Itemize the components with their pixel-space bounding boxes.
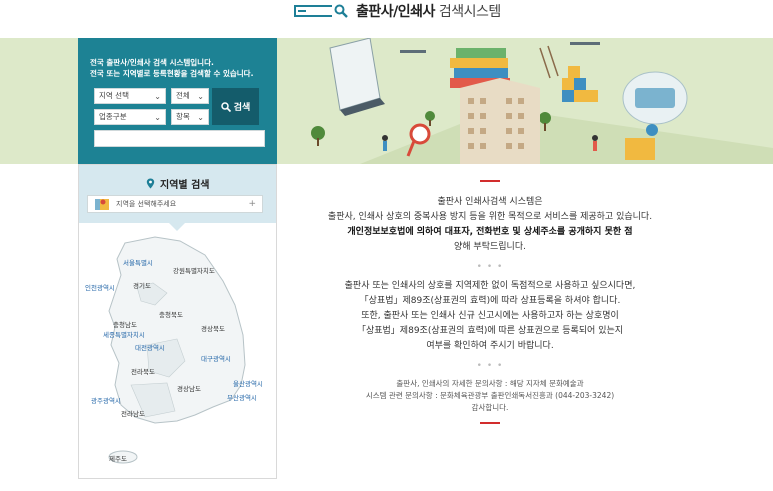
search-button[interactable]: 검색 [212, 88, 259, 125]
logo-search-bar-graphic [294, 5, 332, 17]
notice-paragraph-1: 출판사 인쇄사검색 시스템은 출판사, 인쇄사 상호의 중복사용 방지 등을 위… [327, 197, 653, 252]
region-search-title: 지역별 검색 [79, 176, 276, 191]
search-icon [334, 4, 348, 18]
map-icon [95, 199, 109, 210]
region-label[interactable]: 경기도 [133, 280, 151, 290]
plus-icon: + [248, 199, 256, 209]
site-logo[interactable]: 출판사/인쇄사 검색시스템 [294, 1, 501, 21]
hero-banner: 전국 출판사/인쇄사 검색 시스템입니다. 전국 또는 지역별로 등록현황을 검… [0, 38, 773, 164]
site-header: 출판사/인쇄사 검색시스템 [0, 0, 773, 38]
city-books-illustration [311, 38, 773, 164]
korea-map[interactable]: 서울특별시 강원특별자치도 인천광역시 경기도 충청북도 충청남도 세종특별자치… [85, 235, 271, 475]
region-label[interactable]: 충청북도 [159, 309, 183, 319]
chevron-down-icon: ⌄ [197, 92, 204, 101]
region-label[interactable]: 인천광역시 [85, 282, 115, 292]
region-label[interactable]: 대구광역시 [201, 353, 231, 363]
keyword-input[interactable] [94, 130, 265, 147]
field-dropdown[interactable]: 항목 ⌄ [171, 109, 209, 125]
region-dropdown[interactable]: 지역 선택 ⌄ [94, 88, 166, 104]
region-label[interactable]: 세종특별자치시 [103, 329, 145, 339]
region-label[interactable]: 경상남도 [177, 383, 201, 393]
search-button-label: 검색 [233, 103, 251, 113]
chevron-down-icon: ⌄ [197, 113, 204, 122]
region-label[interactable]: 광주광역시 [91, 395, 121, 405]
district-dropdown[interactable]: 전체 ⌄ [171, 88, 209, 104]
location-pin-icon [146, 178, 154, 189]
region-label[interactable]: 전라남도 [121, 408, 145, 418]
search-panel: 전국 출판사/인쇄사 검색 시스템입니다. 전국 또는 지역별로 등록현황을 검… [78, 38, 277, 164]
dots-divider: • • • [476, 361, 504, 371]
chevron-down-icon: ⌄ [154, 113, 161, 122]
business-type-dropdown[interactable]: 업종구분 ⌄ [94, 109, 166, 125]
region-label[interactable]: 경상북도 [201, 323, 225, 333]
region-label[interactable]: 제주도 [109, 453, 127, 463]
region-search-card: 지역별 검색 지역을 선택해주세요 + 서울특별시 강원특별자치도 인천광역시 … [78, 164, 277, 479]
region-label[interactable]: 울산광역시 [233, 378, 263, 388]
region-select-field[interactable]: 지역을 선택해주세요 + [87, 195, 263, 213]
notice-paragraph-2: 출판사 또는 인쇄사의 상호를 지역제한 없이 독점적으로 사용하고 싶으시다면… [344, 281, 636, 351]
search-icon [220, 101, 231, 112]
red-divider [480, 422, 500, 424]
region-label[interactable]: 부산광역시 [227, 392, 257, 402]
region-label[interactable]: 강원특별자치도 [173, 265, 215, 275]
contact-info: 출판사, 인쇄사의 자세한 문의사항 : 해당 지자체 문화예술과 시스템 관련… [365, 379, 615, 412]
region-label[interactable]: 서울특별시 [123, 257, 153, 267]
notice-section: 출판사 인쇄사검색 시스템은 출판사, 인쇄사 상호의 중복사용 방지 등을 위… [300, 180, 680, 424]
site-title: 출판사/인쇄사 검색시스템 [356, 4, 501, 20]
region-label[interactable]: 전라북도 [131, 366, 155, 376]
header-notch [169, 223, 185, 231]
red-divider [480, 180, 500, 182]
search-intro: 전국 출판사/인쇄사 검색 시스템입니다. 전국 또는 지역별로 등록현황을 검… [90, 58, 254, 78]
dots-divider: • • • [476, 262, 504, 272]
region-label[interactable]: 충청남도 [113, 319, 137, 329]
region-search-header: 지역별 검색 지역을 선택해주세요 + [79, 165, 276, 223]
chevron-down-icon: ⌄ [154, 92, 161, 101]
region-label[interactable]: 대전광역시 [135, 342, 165, 352]
